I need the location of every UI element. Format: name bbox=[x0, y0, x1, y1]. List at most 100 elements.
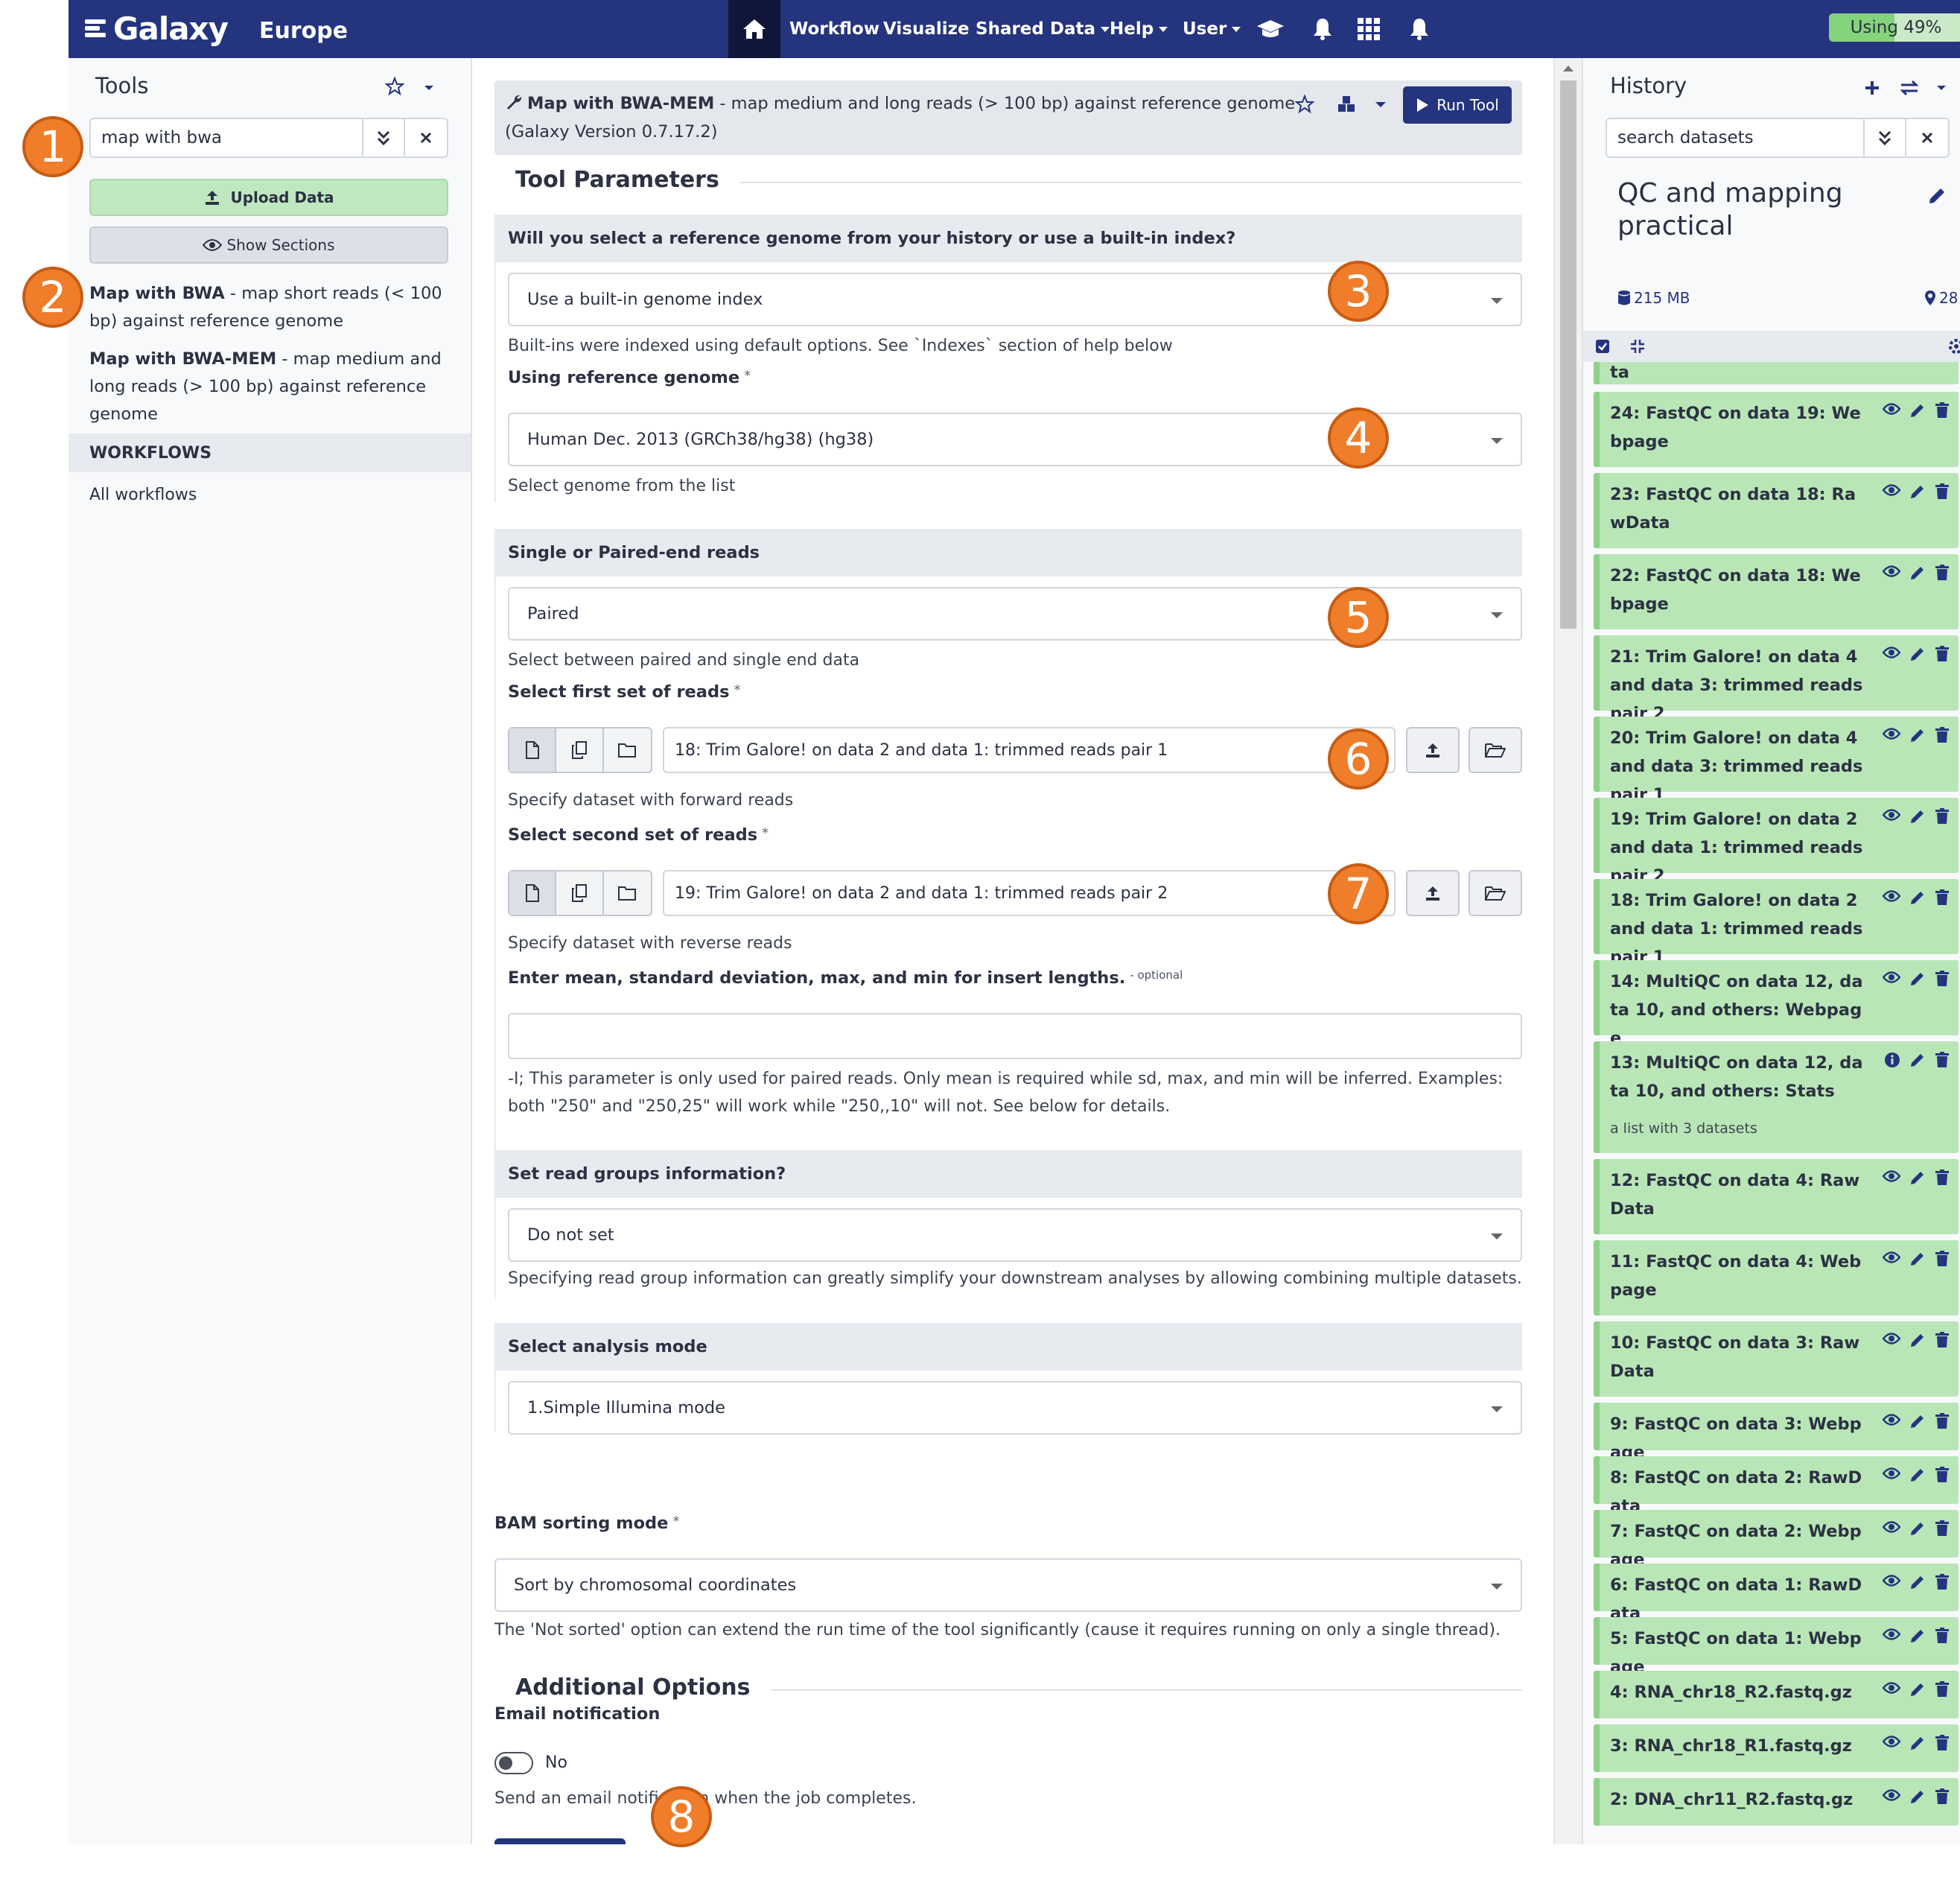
trash-icon[interactable] bbox=[1935, 483, 1950, 500]
nav-help[interactable]: Help bbox=[1110, 0, 1168, 58]
pencil-icon[interactable] bbox=[1909, 1788, 1926, 1805]
multiple-datasets-button[interactable] bbox=[556, 872, 604, 915]
notifications-button[interactable] bbox=[1306, 0, 1339, 58]
eye-icon[interactable] bbox=[1883, 1788, 1900, 1802]
scrollbar-thumb[interactable] bbox=[1560, 80, 1576, 629]
eye-icon[interactable] bbox=[1883, 808, 1900, 822]
history-item[interactable]: 13: MultiQC on data 12, data 10, and oth… bbox=[1594, 1041, 1959, 1153]
history-item[interactable]: 12: FastQC on data 4: RawData bbox=[1594, 1159, 1959, 1234]
pencil-icon[interactable] bbox=[1909, 1520, 1926, 1537]
upload-first-reads-button[interactable] bbox=[1406, 727, 1460, 773]
show-sections-button[interactable]: Show Sections bbox=[89, 226, 448, 264]
eye-icon[interactable] bbox=[1883, 1251, 1900, 1264]
pencil-icon[interactable] bbox=[1909, 1681, 1926, 1698]
trash-icon[interactable] bbox=[1935, 727, 1950, 743]
gear-icon[interactable] bbox=[1948, 338, 1960, 355]
trash-icon[interactable] bbox=[1935, 402, 1950, 419]
history-item[interactable]: 20: Trim Galore! on data 4 and data 3: t… bbox=[1594, 717, 1959, 804]
eye-icon[interactable] bbox=[1883, 565, 1900, 578]
collection-button[interactable] bbox=[604, 728, 651, 772]
email-notification-toggle[interactable] bbox=[494, 1752, 533, 1774]
shown-count[interactable]: 28 bbox=[1924, 289, 1958, 307]
trash-icon[interactable] bbox=[1935, 1332, 1950, 1348]
favorites-button[interactable] bbox=[381, 73, 408, 100]
collapse-icon[interactable] bbox=[1629, 338, 1646, 355]
trash-icon[interactable] bbox=[1935, 646, 1950, 662]
clear-filter-button[interactable] bbox=[1906, 119, 1948, 156]
tool-version[interactable]: (Galaxy Version 0.7.17.2) bbox=[505, 122, 718, 142]
history-item[interactable]: 8: FastQC on data 2: RawData bbox=[1594, 1456, 1959, 1516]
second-reads-select[interactable]: 19: Trim Galore! on data 2 and data 1: t… bbox=[663, 870, 1396, 916]
quota-meter[interactable]: Using 49% bbox=[1829, 13, 1960, 42]
run-tool-button[interactable]: Run Tool bbox=[494, 1838, 626, 1844]
history-item[interactable]: 9: FastQC on data 3: Webpage bbox=[1594, 1403, 1959, 1462]
pencil-icon[interactable] bbox=[1909, 1332, 1926, 1348]
history-item[interactable]: 6: FastQC on data 1: RawData bbox=[1594, 1563, 1959, 1623]
pencil-icon[interactable] bbox=[1909, 1052, 1926, 1068]
history-item[interactable]: 21: Trim Galore! on data 4 and data 3: t… bbox=[1594, 635, 1959, 723]
trash-icon[interactable] bbox=[1935, 1681, 1950, 1698]
edit-history-button[interactable] bbox=[1927, 186, 1950, 209]
trash-icon[interactable] bbox=[1935, 1735, 1950, 1751]
eye-icon[interactable] bbox=[1883, 402, 1900, 416]
pencil-icon[interactable] bbox=[1909, 889, 1926, 906]
clear-search-button[interactable] bbox=[405, 119, 447, 156]
eye-icon[interactable] bbox=[1883, 483, 1900, 497]
history-search[interactable]: search datasets bbox=[1606, 118, 1950, 158]
single-dataset-button[interactable] bbox=[509, 728, 557, 772]
trash-icon[interactable] bbox=[1935, 1413, 1950, 1429]
eye-icon[interactable] bbox=[1883, 1413, 1900, 1426]
eye-icon[interactable] bbox=[1883, 1169, 1900, 1183]
reads-type-header[interactable]: Single or Paired-end reads bbox=[494, 529, 1522, 577]
trash-icon[interactable] bbox=[1935, 1574, 1950, 1590]
collection-button[interactable] bbox=[604, 872, 651, 915]
bam-sorting-select[interactable]: Sort by chromosomal coordinates bbox=[494, 1558, 1522, 1612]
eye-icon[interactable] bbox=[1883, 727, 1900, 740]
insert-lengths-input[interactable] bbox=[508, 1013, 1522, 1059]
brand[interactable]: Galaxy Europe bbox=[85, 4, 348, 52]
history-item[interactable]: 19: Trim Galore! on data 2 and data 1: t… bbox=[1594, 798, 1959, 886]
trash-icon[interactable] bbox=[1935, 1052, 1950, 1068]
trash-icon[interactable] bbox=[1935, 1169, 1950, 1186]
trash-icon[interactable] bbox=[1935, 808, 1950, 825]
trash-icon[interactable] bbox=[1935, 1628, 1950, 1644]
run-tool-button-top[interactable]: Run Tool bbox=[1403, 86, 1512, 124]
pencil-icon[interactable] bbox=[1909, 483, 1926, 500]
nav-workflow[interactable]: Workflow bbox=[789, 0, 879, 58]
switch-history-button[interactable] bbox=[1894, 73, 1924, 103]
pencil-icon[interactable] bbox=[1909, 1735, 1926, 1751]
history-item[interactable]: 22: FastQC on data 18: Webpage bbox=[1594, 554, 1959, 629]
center-scrollbar[interactable] bbox=[1553, 58, 1582, 1844]
eye-icon[interactable] bbox=[1883, 1467, 1900, 1480]
first-reads-select[interactable]: 18: Trim Galore! on data 2 and data 1: t… bbox=[663, 727, 1396, 773]
upload-data-button[interactable]: Upload Data bbox=[89, 179, 448, 216]
advanced-search-button[interactable] bbox=[363, 119, 405, 156]
select-all-checkbox-icon[interactable] bbox=[1595, 339, 1610, 354]
analysis-mode-header[interactable]: Select analysis mode bbox=[494, 1323, 1522, 1371]
trash-icon[interactable] bbox=[1935, 889, 1950, 906]
browse-second-reads-button[interactable] bbox=[1469, 870, 1522, 916]
tool-panel-menu[interactable] bbox=[419, 74, 439, 101]
single-dataset-button[interactable] bbox=[509, 872, 557, 915]
eye-icon[interactable] bbox=[1883, 889, 1900, 903]
all-workflows-link[interactable]: All workflows bbox=[89, 475, 197, 514]
trash-icon[interactable] bbox=[1935, 1788, 1950, 1805]
upload-second-reads-button[interactable] bbox=[1406, 870, 1460, 916]
pencil-icon[interactable] bbox=[1909, 727, 1926, 743]
history-item[interactable]: 23: FastQC on data 18: RawData bbox=[1594, 473, 1959, 548]
pencil-icon[interactable] bbox=[1909, 646, 1926, 662]
tool-share-button[interactable] bbox=[1333, 89, 1360, 119]
pencil-icon[interactable] bbox=[1909, 1628, 1926, 1644]
tool-result-map-with-bwa-mem[interactable]: Map with BWA-MEM - map medium and long r… bbox=[89, 346, 454, 428]
favorite-tool-button[interactable] bbox=[1291, 89, 1318, 119]
history-item[interactable]: 7: FastQC on data 2: Webpage bbox=[1594, 1510, 1959, 1569]
nav-visualize[interactable]: Visualize bbox=[883, 0, 970, 58]
eye-icon[interactable] bbox=[1883, 1574, 1900, 1587]
pencil-icon[interactable] bbox=[1909, 1251, 1926, 1267]
history-item-partial[interactable]: ta bbox=[1594, 362, 1959, 384]
pencil-icon[interactable] bbox=[1909, 1467, 1926, 1483]
eye-icon[interactable] bbox=[1883, 1735, 1900, 1748]
trash-icon[interactable] bbox=[1935, 1520, 1950, 1537]
workflows-section-header[interactable]: WORKFLOWS bbox=[69, 434, 471, 472]
history-size[interactable]: 215 MB bbox=[1617, 289, 1690, 307]
